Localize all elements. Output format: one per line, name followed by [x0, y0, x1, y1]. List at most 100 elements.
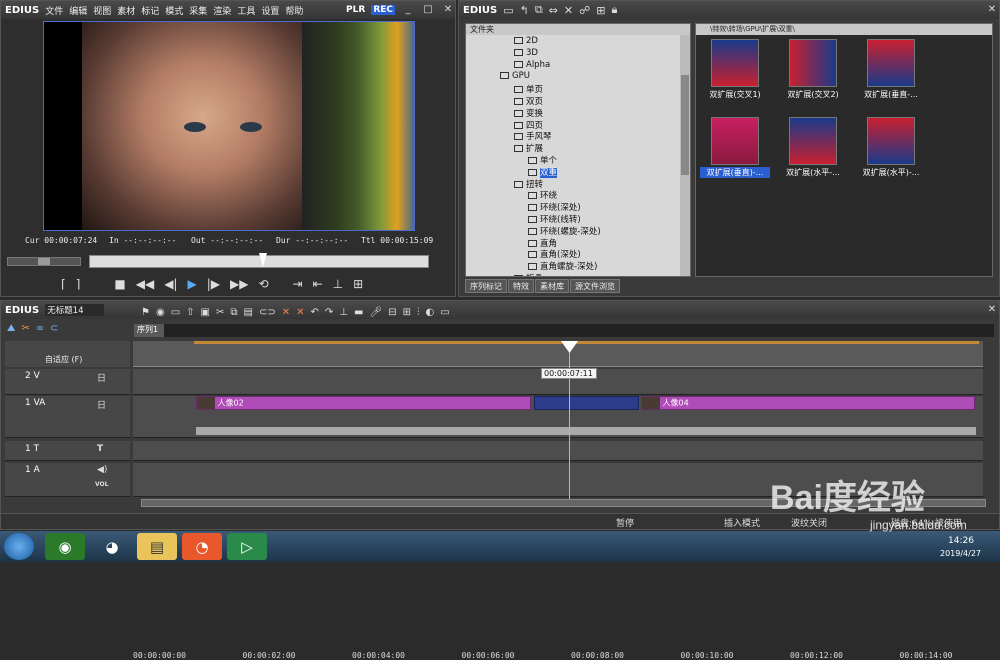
tree-item[interactable]: 手风琴: [514, 130, 552, 142]
effect-thumbnail[interactable]: [789, 117, 837, 165]
menu-item[interactable]: 帮助: [285, 7, 303, 17]
timeline-close-icon[interactable]: ✕: [985, 303, 999, 317]
effects-close-icon[interactable]: ✕: [985, 3, 999, 17]
tree-item[interactable]: 变换: [514, 107, 543, 119]
tree-item[interactable]: 单个: [528, 154, 557, 166]
effect-thumbnail[interactable]: [711, 117, 759, 165]
menu-item[interactable]: 编辑: [69, 7, 87, 17]
tree-item[interactable]: 折叠: [514, 272, 543, 276]
menu-item[interactable]: 视图: [93, 7, 111, 17]
tree-item[interactable]: Alpha: [514, 60, 550, 72]
insert-icon[interactable]: ⇥: [293, 277, 303, 295]
effect-thumbnail[interactable]: [867, 117, 915, 165]
shuttle-slider[interactable]: [7, 257, 81, 266]
redo-icon[interactable]: ↷: [325, 307, 333, 318]
taskbar-firefox-icon[interactable]: ◔: [182, 533, 222, 560]
effect-label[interactable]: 双扩展(垂直)-...: [700, 167, 770, 178]
close-icon[interactable]: ✕: [441, 3, 455, 17]
tree-item[interactable]: 3D: [514, 48, 538, 60]
menu-item[interactable]: 标记: [141, 7, 159, 17]
mixer-icon[interactable]: ⊟: [388, 307, 396, 318]
taskbar-edius-icon[interactable]: ▷: [227, 533, 267, 560]
taskbar-360-icon[interactable]: ◉: [45, 533, 85, 560]
menu-item[interactable]: 设置: [261, 7, 279, 17]
grid-icon[interactable]: ⊞: [403, 307, 411, 318]
track-head-1a[interactable]: 1 A ◀) VOL: [5, 463, 130, 497]
output-icon[interactable]: ⊞: [353, 277, 363, 295]
menu-item[interactable]: 模式: [165, 7, 183, 17]
panel-tab[interactable]: 序列标记: [465, 279, 507, 293]
volume-label[interactable]: VOL: [95, 481, 108, 488]
speaker-icon[interactable]: ◀): [97, 465, 107, 475]
copy-icon[interactable]: ⧉: [230, 307, 237, 318]
tray-clock-date[interactable]: 2019/4/27: [940, 549, 981, 558]
panel-tab[interactable]: 素材库: [535, 279, 569, 293]
rec-button[interactable]: REC: [371, 5, 395, 15]
tree-item[interactable]: 四页: [514, 119, 543, 131]
new-sequence-icon[interactable]: ⚑: [141, 307, 150, 318]
tree-item[interactable]: GPU: [500, 71, 530, 83]
clip-portrait-02[interactable]: 人像02: [196, 396, 531, 410]
razor-icon[interactable]: ⊥: [339, 307, 348, 318]
link-icon[interactable]: ⊂⊃: [259, 307, 276, 318]
folder-icon[interactable]: ▭: [503, 4, 513, 17]
menu-item[interactable]: 工具: [237, 7, 255, 17]
title-icon[interactable]: T: [97, 444, 103, 454]
transition-block[interactable]: [534, 396, 639, 410]
plr-button[interactable]: PLR: [346, 5, 365, 15]
cut-icon[interactable]: ✂: [216, 307, 224, 318]
effect-label[interactable]: 双扩展(交叉1): [700, 89, 770, 100]
group-icon[interactable]: ∞: [36, 323, 44, 337]
menu-item[interactable]: 素材: [117, 7, 135, 17]
mark-out-icon[interactable]: ⌉: [76, 277, 81, 295]
effect-thumbnail[interactable]: [789, 39, 837, 87]
sequence-tab[interactable]: 序列1: [134, 324, 164, 337]
up-icon[interactable]: ↰: [520, 4, 529, 17]
effect-label[interactable]: 双扩展(水平)-...: [856, 167, 926, 178]
view-icon[interactable]: ⊞: [596, 4, 605, 17]
tree-item[interactable]: 环绕(螺旋-深处): [528, 225, 601, 237]
tree-item[interactable]: 双页: [514, 95, 543, 107]
timeline-playhead[interactable]: [569, 341, 570, 501]
audio-bar-1va[interactable]: [196, 427, 976, 435]
menu-item[interactable]: 文件: [45, 7, 63, 17]
time-ruler[interactable]: [133, 341, 983, 367]
lock-icon[interactable]: 🔒︎: [611, 3, 617, 17]
overwrite-icon[interactable]: ⇤: [313, 277, 323, 295]
output-menu-icon[interactable]: ▭: [440, 307, 449, 318]
mode-icon[interactable]: ⛰: [7, 323, 15, 337]
loop-icon[interactable]: ⟲: [258, 277, 268, 295]
minimize-icon[interactable]: _: [401, 3, 415, 17]
fast-forward-icon[interactable]: ▶▶: [230, 277, 248, 295]
tree-item[interactable]: 直角: [528, 237, 557, 249]
effect-label[interactable]: 双扩展(水平-...: [778, 167, 848, 178]
sync-icon[interactable]: ⊂: [50, 323, 58, 337]
step-back-icon[interactable]: ◀|: [164, 277, 177, 295]
effect-label[interactable]: 双扩展(垂直-...: [856, 89, 926, 100]
move-icon[interactable]: ⇔: [549, 4, 558, 17]
tree-scrollbar[interactable]: [680, 35, 690, 276]
marker-icon[interactable]: ▬: [354, 307, 363, 318]
menu-item[interactable]: 采集: [189, 7, 207, 17]
undo-icon[interactable]: ↶: [311, 307, 319, 318]
rewind-icon[interactable]: ◀◀: [136, 277, 154, 295]
paste-icon[interactable]: ▤: [244, 307, 253, 318]
video-mute-icon[interactable]: 日: [97, 371, 106, 384]
panel-tab[interactable]: 源文件浏览: [570, 279, 620, 293]
taskbar-qq-icon[interactable]: ◕: [92, 533, 132, 560]
new-icon[interactable]: ⧉: [535, 3, 543, 17]
delete-icon[interactable]: ✕: [564, 4, 573, 17]
snap-icon[interactable]: ✂: [21, 323, 29, 337]
panel-tab[interactable]: 特效: [508, 279, 534, 293]
stop-icon[interactable]: ■: [114, 277, 125, 295]
video-mute-icon[interactable]: 日: [97, 398, 106, 411]
step-forward-icon[interactable]: |▶: [207, 277, 220, 295]
track-head-1t[interactable]: 1 T T: [5, 441, 130, 461]
tree-item[interactable]: 直角(深处): [528, 248, 581, 260]
ripple-delete-icon[interactable]: ✕: [296, 307, 304, 318]
tree-item[interactable]: 环绕(线转): [528, 213, 581, 225]
effect-thumbnail[interactable]: [867, 39, 915, 87]
split-icon[interactable]: ⊥: [333, 277, 343, 295]
delete-clip-icon[interactable]: ✕: [282, 307, 290, 318]
capture-icon[interactable]: ◉: [156, 307, 165, 318]
